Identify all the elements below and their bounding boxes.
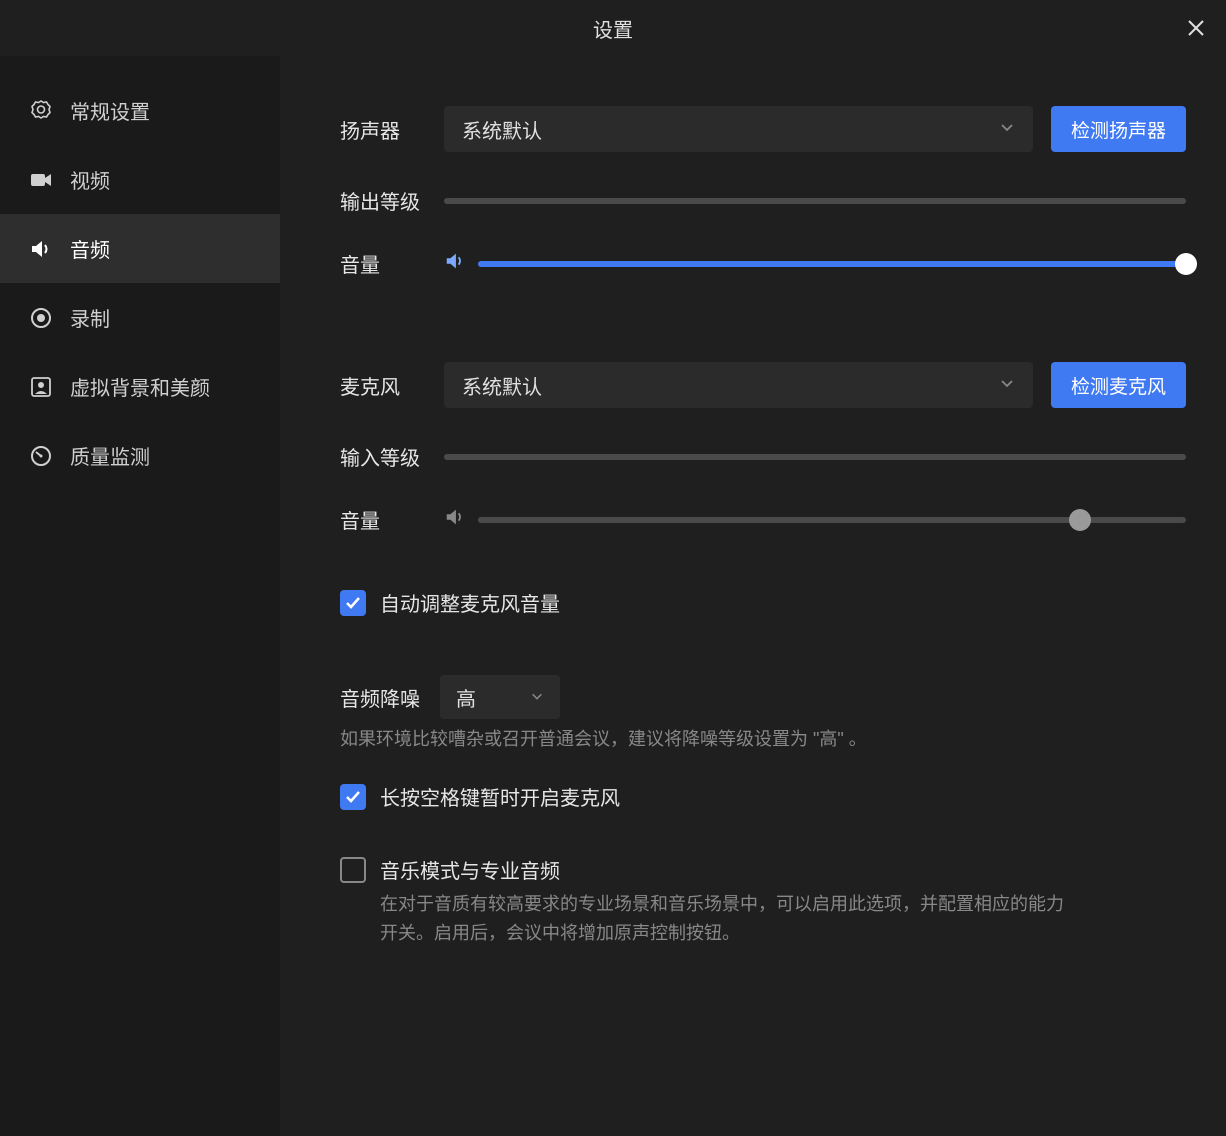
check-icon bbox=[344, 788, 362, 806]
person-icon bbox=[28, 374, 54, 400]
auto-adjust-label: 自动调整麦克风音量 bbox=[380, 588, 560, 617]
video-icon bbox=[28, 167, 54, 193]
music-mode-checkbox[interactable] bbox=[340, 857, 366, 883]
check-icon bbox=[344, 594, 362, 612]
speaker-output-level bbox=[444, 198, 1186, 204]
volume-icon bbox=[444, 250, 466, 277]
microphone-select-value: 系统默认 bbox=[462, 371, 542, 400]
sidebar-item-label: 视频 bbox=[70, 165, 110, 194]
speaker-label: 扬声器 bbox=[340, 115, 426, 144]
auto-adjust-checkbox[interactable] bbox=[340, 590, 366, 616]
speaker-volume-slider[interactable] bbox=[478, 261, 1186, 267]
noise-reduction-hint: 如果环境比较嘈杂或召开普通会议，建议将降噪等级设置为 "高" 。 bbox=[340, 725, 1186, 754]
speaker-select[interactable]: 系统默认 bbox=[444, 106, 1033, 152]
music-mode-sublabel: 在对于音质有较高要求的专业场景和音乐场景中，可以启用此选项，并配置相应的能力开关… bbox=[380, 890, 1080, 948]
speaker-select-value: 系统默认 bbox=[462, 115, 542, 144]
gear-icon bbox=[28, 98, 54, 124]
microphone-volume-slider[interactable] bbox=[478, 517, 1186, 523]
output-level-label: 输出等级 bbox=[340, 186, 426, 215]
titlebar-title: 设置 bbox=[593, 14, 633, 43]
microphone-volume-label: 音量 bbox=[340, 505, 426, 534]
chevron-down-icon bbox=[999, 374, 1015, 397]
speaker-volume-label: 音量 bbox=[340, 249, 426, 278]
input-level-label: 输入等级 bbox=[340, 442, 426, 471]
sidebar-item-label: 虚拟背景和美颜 bbox=[70, 372, 210, 401]
main-panel: 扬声器 系统默认 检测扬声器 输出等级 音量 bbox=[280, 56, 1226, 1136]
volume-icon bbox=[444, 506, 466, 533]
speaker-icon bbox=[28, 236, 54, 262]
noise-reduction-label: 音频降噪 bbox=[340, 683, 420, 712]
microphone-input-level bbox=[444, 454, 1186, 460]
close-button[interactable] bbox=[1182, 14, 1210, 42]
record-icon bbox=[28, 305, 54, 331]
chevron-down-icon bbox=[999, 118, 1015, 141]
sidebar: 常规设置 视频 音频 录制 虚拟背景和美颜 bbox=[0, 56, 280, 1136]
sidebar-item-label: 音频 bbox=[70, 234, 110, 263]
sidebar-item-general[interactable]: 常规设置 bbox=[0, 76, 280, 145]
chevron-down-icon bbox=[530, 686, 544, 709]
push-to-talk-label: 长按空格键暂时开启麦克风 bbox=[380, 782, 620, 811]
sidebar-item-background[interactable]: 虚拟背景和美颜 bbox=[0, 352, 280, 421]
noise-reduction-select[interactable]: 高 bbox=[440, 675, 560, 719]
sidebar-item-label: 常规设置 bbox=[70, 96, 150, 125]
microphone-label: 麦克风 bbox=[340, 371, 426, 400]
test-speaker-button[interactable]: 检测扬声器 bbox=[1051, 106, 1186, 152]
sidebar-item-label: 质量监测 bbox=[70, 441, 150, 470]
sidebar-item-quality[interactable]: 质量监测 bbox=[0, 421, 280, 490]
close-icon bbox=[1186, 18, 1206, 38]
music-mode-label: 音乐模式与专业音频 bbox=[380, 855, 1080, 884]
microphone-select[interactable]: 系统默认 bbox=[444, 362, 1033, 408]
push-to-talk-checkbox[interactable] bbox=[340, 784, 366, 810]
gauge-icon bbox=[28, 443, 54, 469]
sidebar-item-video[interactable]: 视频 bbox=[0, 145, 280, 214]
noise-reduction-value: 高 bbox=[456, 683, 476, 712]
sidebar-item-record[interactable]: 录制 bbox=[0, 283, 280, 352]
sidebar-item-label: 录制 bbox=[70, 303, 110, 332]
titlebar: 设置 bbox=[0, 0, 1226, 56]
test-microphone-button[interactable]: 检测麦克风 bbox=[1051, 362, 1186, 408]
sidebar-item-audio[interactable]: 音频 bbox=[0, 214, 280, 283]
